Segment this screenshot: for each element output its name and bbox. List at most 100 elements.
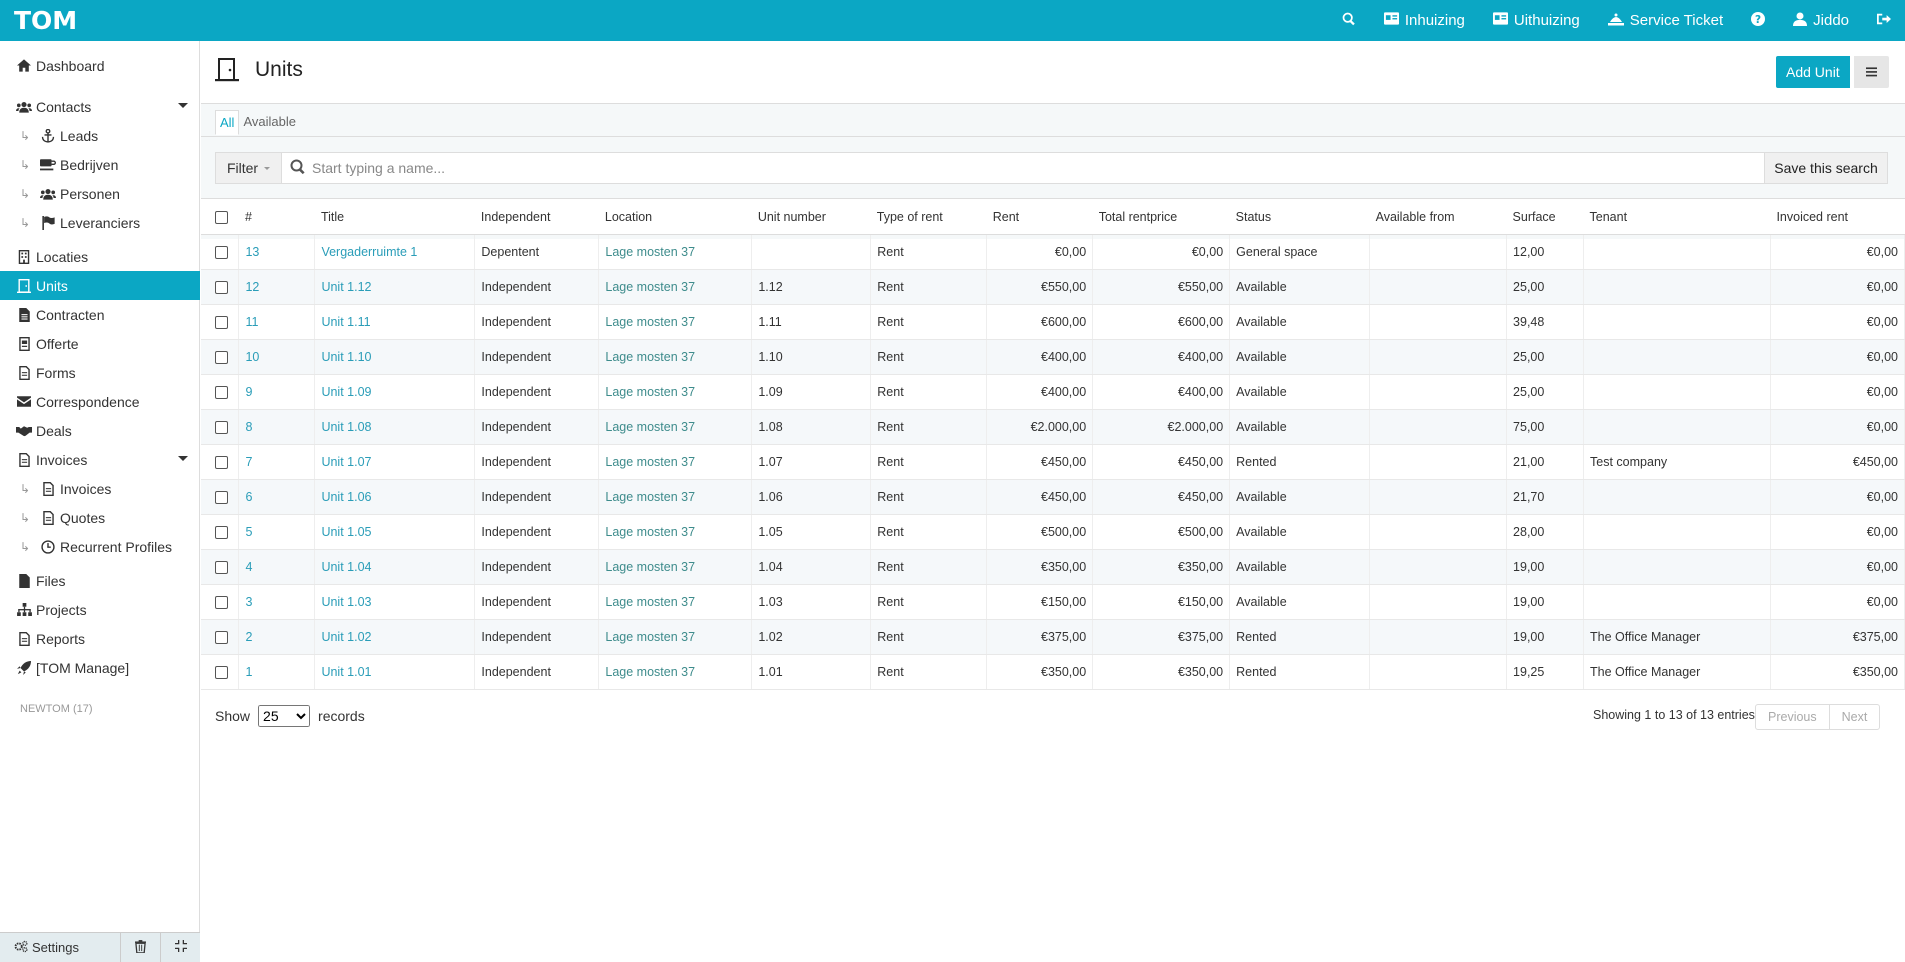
unit-title-link[interactable]: Unit 1.02 (321, 630, 371, 644)
row-checkbox[interactable] (215, 281, 228, 295)
table-row[interactable]: 1 Unit 1.01 Independent Lage mosten 37 1.01 R… (201, 654, 1905, 690)
unit-title-link[interactable]: Unit 1.10 (321, 350, 371, 364)
sidebar-item-contracten[interactable]: Contracten (0, 300, 200, 329)
sidebar-item-files[interactable]: Files (0, 566, 200, 595)
column-header[interactable]: Rent (986, 198, 1093, 235)
sidebar-item-tom-manage[interactable]: [TOM Manage] (0, 653, 200, 682)
column-header[interactable]: Type of rent (870, 198, 987, 235)
table-cell[interactable]: Lage mosten 37 (598, 584, 753, 620)
unit-id-link[interactable]: 7 (245, 455, 252, 469)
unit-title-link[interactable]: Unit 1.05 (321, 525, 371, 539)
chevron-down-icon[interactable] (178, 103, 188, 108)
row-checkbox[interactable] (215, 631, 228, 645)
row-checkbox[interactable] (215, 666, 228, 680)
sidebar-item-correspondence[interactable]: Correspondence (0, 387, 200, 416)
next-button[interactable]: Next (1828, 705, 1880, 729)
app-logo[interactable]: TOM (14, 6, 77, 35)
table-cell[interactable]: Lage mosten 37 (598, 654, 753, 690)
settings-button[interactable]: Settings (0, 940, 120, 956)
sidebar-item-contacts[interactable]: Contacts (0, 92, 200, 121)
table-row[interactable]: 3 Unit 1.03 Independent Lage mosten 37 1.03 R… (201, 584, 1905, 620)
unit-title-link[interactable]: Unit 1.01 (321, 665, 371, 679)
unit-title-link[interactable]: Unit 1.09 (321, 385, 371, 399)
column-header[interactable]: # (238, 198, 315, 235)
select-all-checkbox[interactable] (215, 210, 228, 224)
row-checkbox[interactable] (215, 596, 228, 610)
unit-title-link[interactable]: Vergaderruimte 1 (321, 245, 417, 259)
user-menu[interactable]: Jiddo (1779, 0, 1863, 41)
table-cell[interactable]: Lage mosten 37 (598, 444, 753, 480)
row-checkbox[interactable] (215, 491, 228, 505)
sidebar-item-invoices-sub[interactable]: ↳ Invoices (0, 474, 200, 503)
uithuizing-button[interactable]: Uithuizing (1479, 0, 1594, 41)
table-cell[interactable]: Lage mosten 37 (598, 304, 753, 340)
row-checkbox[interactable] (215, 316, 228, 330)
unit-id-link[interactable]: 13 (245, 245, 259, 259)
sidebar-item-personen[interactable]: ↳ Personen (0, 179, 200, 208)
table-cell[interactable]: Lage mosten 37 (598, 479, 753, 515)
page-size-select[interactable]: 25 (258, 705, 311, 727)
tab-available[interactable]: Available (239, 110, 300, 135)
sidebar-item-invoices[interactable]: Invoices (0, 445, 200, 474)
row-checkbox[interactable] (215, 421, 228, 435)
sidebar-item-projects[interactable]: Projects (0, 595, 200, 624)
unit-id-link[interactable]: 5 (245, 525, 252, 539)
unit-id-link[interactable]: 8 (245, 420, 252, 434)
row-checkbox[interactable] (215, 456, 228, 470)
column-header[interactable]: Independent (474, 198, 599, 235)
table-cell[interactable]: Lage mosten 37 (598, 514, 753, 550)
table-row[interactable]: 7 Unit 1.07 Independent Lage mosten 37 1.07 R… (201, 444, 1905, 480)
sidebar-item-reports[interactable]: Reports (0, 624, 200, 653)
inhuizing-button[interactable]: Inhuizing (1370, 0, 1479, 41)
sidebar-item-forms[interactable]: Forms (0, 358, 200, 387)
filter-button[interactable]: Filter (216, 153, 282, 183)
previous-button[interactable]: Previous (1756, 705, 1829, 729)
unit-id-link[interactable]: 11 (245, 315, 258, 329)
add-unit-button[interactable]: Add Unit (1776, 56, 1850, 88)
row-checkbox[interactable] (215, 526, 228, 540)
table-cell[interactable]: Lage mosten 37 (598, 549, 753, 585)
table-cell[interactable]: Lage mosten 37 (598, 234, 753, 270)
unit-title-link[interactable]: Unit 1.03 (321, 595, 371, 609)
service-ticket-button[interactable]: Service Ticket (1594, 0, 1737, 41)
column-header[interactable]: Tenant (1583, 198, 1771, 235)
table-row[interactable]: 4 Unit 1.04 Independent Lage mosten 37 1.04 R… (201, 549, 1905, 585)
tab-all[interactable]: All (215, 110, 240, 135)
table-row[interactable]: 2 Unit 1.02 Independent Lage mosten 37 1.02 R… (201, 619, 1905, 655)
unit-id-link[interactable]: 3 (245, 595, 252, 609)
unit-title-link[interactable]: Unit 1.06 (321, 490, 371, 504)
column-header[interactable]: Invoiced rent (1770, 198, 1905, 235)
unit-id-link[interactable]: 12 (245, 280, 259, 294)
search-input[interactable] (312, 160, 1512, 176)
sidebar-item-deals[interactable]: Deals (0, 416, 200, 445)
options-menu-button[interactable] (1854, 56, 1889, 88)
table-row[interactable]: 9 Unit 1.09 Independent Lage mosten 37 1.09 R… (201, 374, 1905, 410)
sidebar-item-dashboard[interactable]: Dashboard (0, 51, 200, 80)
sidebar-item-recurrent-profiles[interactable]: ↳ Recurrent Profiles (0, 532, 200, 561)
sidebar-item-units[interactable]: Units (0, 271, 200, 300)
column-header[interactable]: Unit number (751, 198, 871, 235)
trash-button[interactable] (120, 932, 160, 962)
table-row[interactable]: 13 Vergaderruimte 1 Depentent Lage mosten 3… (201, 234, 1905, 270)
table-row[interactable]: 11 Unit 1.11 Independent Lage mosten 37 1.11… (201, 304, 1905, 340)
unit-id-link[interactable]: 4 (245, 560, 252, 574)
column-header[interactable]: Status (1229, 198, 1370, 235)
table-cell[interactable]: Lage mosten 37 (598, 619, 753, 655)
table-cell[interactable]: Lage mosten 37 (598, 409, 753, 445)
table-row[interactable]: 10 Unit 1.10 Independent Lage mosten 37 1.10… (201, 339, 1905, 375)
column-header[interactable]: Total rentprice (1092, 198, 1230, 235)
save-search-button[interactable]: Save this search (1764, 153, 1887, 183)
table-row[interactable]: 5 Unit 1.05 Independent Lage mosten 37 1.05 R… (201, 514, 1905, 550)
sidebar-item-locaties[interactable]: Locaties (0, 242, 200, 271)
unit-title-link[interactable]: Unit 1.11 (321, 315, 370, 329)
logout-button[interactable] (1863, 0, 1905, 41)
unit-title-link[interactable]: Unit 1.04 (321, 560, 371, 574)
collapse-button[interactable] (160, 932, 200, 962)
table-cell[interactable]: Lage mosten 37 (598, 269, 753, 305)
table-row[interactable]: 12 Unit 1.12 Independent Lage mosten 37 1.12… (201, 269, 1905, 305)
sidebar-item-bedrijven[interactable]: ↳ Bedrijven (0, 150, 200, 179)
table-row[interactable]: 6 Unit 1.06 Independent Lage mosten 37 1.06 R… (201, 479, 1905, 515)
unit-id-link[interactable]: 6 (245, 490, 252, 504)
row-checkbox[interactable] (215, 561, 228, 575)
search-button[interactable] (1328, 0, 1370, 41)
